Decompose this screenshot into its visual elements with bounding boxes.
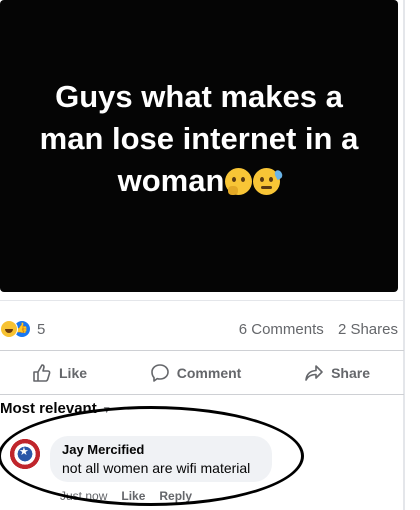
thinking-face-emoji-icon <box>225 168 253 195</box>
divider-top <box>0 350 404 351</box>
post-text: Guys what makes a man lose internet in a… <box>19 76 379 202</box>
comment-button[interactable]: Comment <box>150 363 242 383</box>
chevron-down-icon: ▼ <box>101 405 112 416</box>
downcast-sweat-face-emoji-icon <box>253 168 285 195</box>
post-counts: 6 Comments 2 Shares <box>229 321 398 338</box>
divider-bottom <box>0 394 404 395</box>
reaction-count[interactable]: 5 <box>37 321 45 338</box>
like-button[interactable]: Like <box>32 363 87 383</box>
reactions-row: 👍 5 6 Comments 2 Shares <box>0 317 400 341</box>
like-label: Like <box>59 365 88 381</box>
comment-sort-dropdown[interactable]: Most relevant ▼ <box>0 400 112 417</box>
comment-meta: Just now Like Reply <box>60 489 206 503</box>
image-divider <box>0 300 404 301</box>
post-image[interactable]: Guys what makes a man lose internet in a… <box>0 0 398 292</box>
share-label: Share <box>331 365 370 381</box>
comment-reply-link[interactable]: Reply <box>159 489 192 503</box>
comment-time[interactable]: Just now <box>60 489 107 503</box>
comment-like-link[interactable]: Like <box>121 489 145 503</box>
comment-bubble: Jay Mercified not all women are wifi mat… <box>50 436 272 482</box>
share-button[interactable]: Share <box>304 363 370 383</box>
thumbs-up-icon <box>33 364 51 382</box>
post-actions: Like Comment Share <box>0 358 400 388</box>
comment-text: not all women are wifi material <box>62 460 251 476</box>
comment-sort-label: Most relevant <box>0 400 97 417</box>
haha-reaction-icon[interactable] <box>0 320 18 338</box>
post-text-content: Guys what makes a man lose internet in a… <box>39 79 359 198</box>
commenter-avatar[interactable] <box>8 437 42 471</box>
share-arrow-icon <box>305 365 323 381</box>
card-border <box>403 0 405 510</box>
comment-bubble-icon <box>150 364 169 382</box>
comments-count[interactable]: 6 Comments <box>239 321 324 338</box>
shares-count[interactable]: 2 Shares <box>338 321 398 338</box>
comment-author[interactable]: Jay Mercified <box>62 442 260 458</box>
comment-label: Comment <box>176 365 242 381</box>
